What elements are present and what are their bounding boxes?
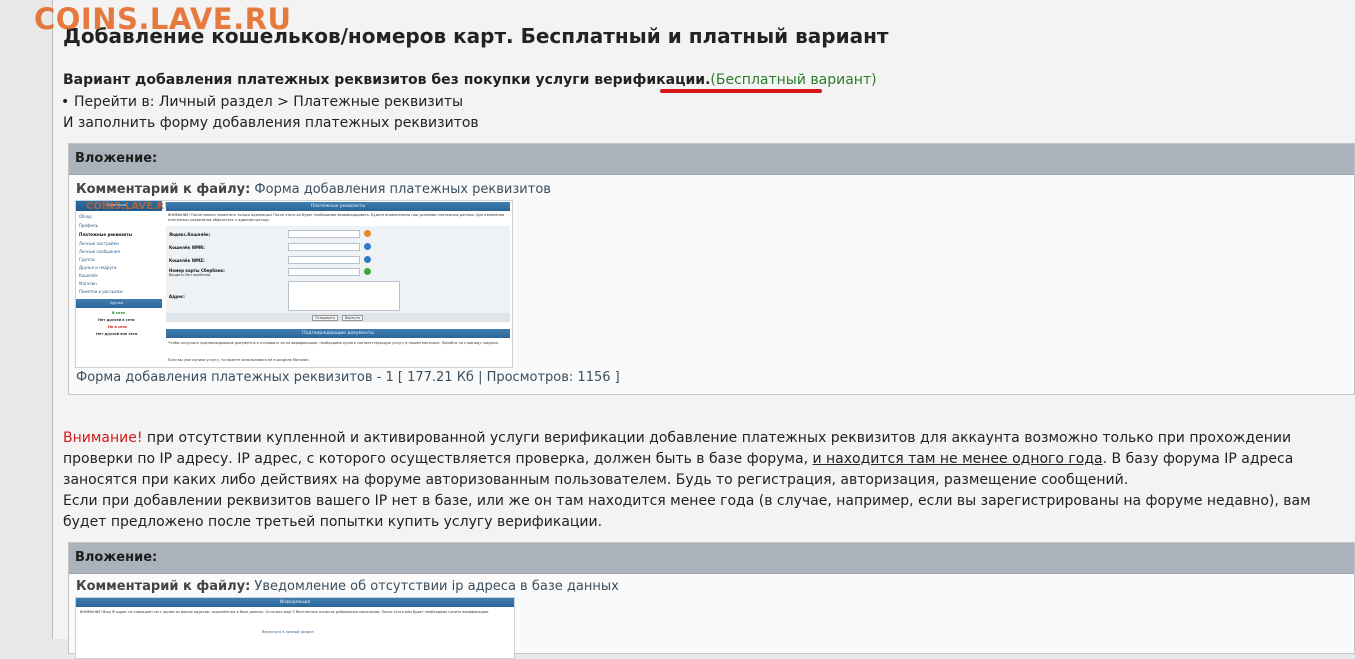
thumb-sidebar-item: Личные настройки [79, 241, 119, 246]
thumb-friends-offline: Не в сети [108, 325, 127, 329]
attachment-thumbnail-1[interactable]: Навигация COINS.LAVE.RU Обзор Профиль Пл… [75, 200, 513, 368]
attachment-comment: Комментарий к файлу: Уведомление об отсу… [76, 579, 619, 594]
bullet-navigation: Перейти в: Личный раздел > Платежные рек… [61, 94, 463, 110]
thumb-field-input [288, 256, 360, 264]
comment-text: Форма добавления платежных реквизитов [250, 182, 551, 197]
attachment-block-2: Вложение: Комментарий к файлу: Уведомлен… [68, 542, 1355, 659]
thumb-docs-header: Подтверждающие документы [166, 329, 510, 338]
thumb-field-label: Адрес: [169, 294, 185, 299]
thumb-field-hint: Вводить без пробелов [169, 273, 211, 277]
intro-bold-text: Вариант добавления платежных реквизитов … [63, 72, 711, 88]
thumb-sidebar-item: Магазин [79, 281, 97, 286]
thumb-address-textarea [288, 281, 400, 311]
warning-label: Внимание! [63, 430, 143, 446]
site-watermark: COINS.LAVE.RU [34, 2, 292, 36]
thumb-info-header: Информация [76, 598, 514, 607]
thumb-friends-none-online: Нет друзей в сети [98, 318, 135, 322]
thumb-buttons-bar [166, 313, 510, 322]
thumb-reset-button: Вернуть [342, 315, 364, 321]
free-variant-link[interactable]: (Бесплатный вариант) [710, 72, 876, 88]
thumb-sidebar-item: Профиль [79, 223, 98, 228]
warning-underlined: и находится там не менее одного года [812, 451, 1103, 467]
attachment-comment: Комментарий к файлу: Форма добавления пл… [76, 182, 551, 197]
thumb-docs-text: Чтобы загрузить подтверждающие документы… [168, 341, 499, 345]
intro-line: Вариант добавления платежных реквизитов … [63, 72, 877, 88]
thumb-watermark: COINS.LAVE.RU [86, 201, 173, 212]
thumb-field-label: Кошелёк WMR: [169, 245, 205, 250]
thumb-info-text: ВНИМАНИЕ! Ваш IP-адрес не совпадает ни с… [80, 610, 490, 614]
thumb-docs-text-2: Если вы уже купили услугу, то можете исп… [168, 358, 310, 362]
thumb-friends-none-offline: Нет друзей вне сети [96, 332, 138, 336]
sberbank-icon [364, 268, 371, 275]
thumb-friends-online: В сети [112, 311, 125, 315]
thumb-field-label: Яндекс.Кошелёк: [169, 232, 211, 237]
thumb-field-input [288, 243, 360, 251]
comment-label: Комментарий к файлу: [76, 182, 251, 197]
thumb-sidebar-item: Личные сообщения [79, 249, 120, 254]
thumb-send-button: Отправить [312, 315, 338, 321]
thumb-main-header: Платёжные реквизиты [166, 202, 510, 211]
attachment-file-info[interactable]: Форма добавления платежных реквизитов - … [76, 370, 620, 385]
webmoney-icon [364, 256, 371, 263]
thumb-sidebar-item: Друзья и недруги [79, 265, 117, 270]
thumb-sidebar-item: Группы [79, 257, 95, 262]
comment-text: Уведомление об отсутствии ip адреса в ба… [250, 579, 619, 594]
red-underline-mark [660, 89, 822, 93]
attachment-header: Вложение: [69, 543, 1354, 574]
thumb-warning-text: ВНИМАНИЕ! После можно заполнить только е… [168, 213, 505, 222]
thumb-sidebar-item: Кошелёк [79, 273, 98, 278]
thumb-friends-head-label: Друзья [110, 301, 124, 305]
warning-text-3: Если при добавлении реквизитов вашего IP… [63, 493, 1311, 530]
attachment-block-1: Вложение: Комментарий к файлу: Форма доб… [68, 143, 1355, 395]
attachment-thumbnail-2[interactable]: Информация ВНИМАНИЕ! Ваш IP-адрес не сов… [75, 597, 515, 659]
thumb-field-label: Кошелёк WMZ: [169, 258, 205, 263]
fill-form-text: И заполнить форму добавления платежных р… [63, 115, 479, 131]
thumb-info-link: Вернуться в личный раздел [262, 630, 314, 634]
warning-paragraph: Внимание! при отсутствии купленной и акт… [63, 428, 1348, 533]
thumb-field-input [288, 230, 360, 238]
thumb-sidebar-item: Обзор [79, 214, 92, 219]
thumb-field-input [288, 268, 360, 276]
webmoney-icon [364, 243, 371, 250]
attachment-header: Вложение: [69, 144, 1354, 175]
thumb-sidebar-item-active: Платежные реквизиты [79, 232, 133, 237]
yandex-icon [364, 230, 371, 237]
comment-label: Комментарий к файлу: [76, 579, 251, 594]
thumb-sidebar-item: Пометки и рассылки [79, 289, 123, 294]
